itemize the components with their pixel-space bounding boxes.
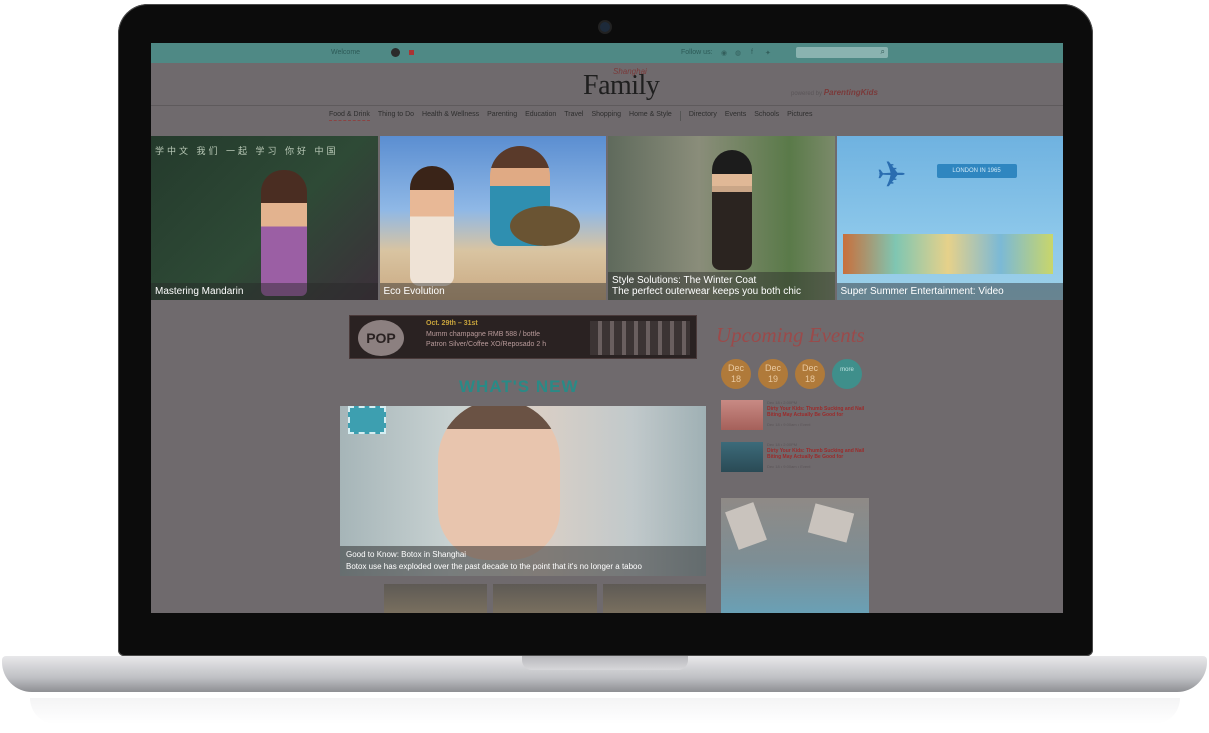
avatar[interactable] [391, 48, 400, 57]
woman-face-image [438, 406, 560, 560]
event-thumbnail [721, 400, 763, 430]
hero-eco-evolution[interactable]: Eco Evolution [379, 136, 606, 300]
hero-caption: Super Summer Entertainment: Video [836, 283, 1063, 300]
laptop-notch [522, 656, 688, 670]
featured-badge [348, 406, 386, 434]
date-day: 19 [767, 374, 778, 384]
nav-home-style[interactable]: Home & Style [629, 111, 672, 121]
nav-health-wellness[interactable]: Health & Wellness [422, 111, 479, 121]
event-item[interactable]: Dec 18 • 2:00PM Dirty Your Kids: Thumb S… [721, 398, 869, 436]
hero-caption: Mastering Mandarin [151, 283, 378, 300]
date-month: Dec [764, 363, 781, 373]
hero-subcaption: The perfect outerwear keeps you both chi… [612, 286, 801, 297]
hero-caption: Eco Evolution [379, 283, 606, 300]
nav-travel[interactable]: Travel [564, 111, 583, 121]
upcoming-events-heading: Upcoming Events [716, 323, 865, 347]
event-dates: Dec 18 Dec 19 Dec 18 more [721, 359, 862, 389]
kid-image [409, 166, 454, 286]
nav-events[interactable]: Events [725, 111, 746, 121]
laptop-mockup: Welcome Follow us: ◉ ◍ f ✦ ⌕ Shanghai Fa… [0, 0, 1209, 733]
nav-thing-to-do[interactable]: Thing to Do [378, 111, 414, 121]
welcome-text: Welcome [331, 49, 361, 56]
date-day: 18 [730, 374, 741, 384]
notification-icon[interactable] [409, 50, 414, 55]
nav-shopping[interactable]: Shopping [591, 111, 621, 121]
powered-by-label: powered by [791, 91, 823, 97]
follow-label: Follow us: [681, 49, 713, 56]
hero-summer-entertainment[interactable]: ✈ LONDON IN 1965 Super Summer Entertainm… [836, 136, 1063, 300]
girl-image [261, 170, 307, 296]
site-logo[interactable]: Family [583, 70, 660, 102]
pop-ad-banner[interactable]: POP Oct. 29th – 31st Mumm champagne RMB … [349, 315, 697, 359]
facebook-icon[interactable]: f [751, 49, 753, 56]
ad-line-3: Patron Silver/Coffee XO/Reposado 2 h [426, 341, 547, 348]
feature-title[interactable]: Good to Know: Botox in Shanghai [346, 549, 700, 561]
wechat-icon[interactable]: ◉ [721, 49, 727, 57]
more-events-button[interactable]: more [832, 359, 862, 389]
weibo-icon[interactable]: ◍ [735, 49, 741, 57]
date-day: 18 [804, 374, 815, 384]
nav-divider [151, 105, 1063, 106]
thumbnail[interactable] [602, 584, 706, 613]
event-list: Dec 18 • 2:00PM Dirty Your Kids: Thumb S… [721, 398, 869, 482]
nav-directory[interactable]: Directory [689, 111, 717, 121]
ad-artwork [590, 321, 690, 355]
event-foot: Dec 18 • 9:00am • Event [767, 422, 811, 427]
date-circle[interactable]: Dec 19 [758, 359, 788, 389]
date-circle[interactable]: Dec 18 [795, 359, 825, 389]
event-item[interactable]: Dec 18 • 2:00PM Dirty Your Kids: Thumb S… [721, 440, 869, 478]
ad-date: Oct. 29th – 31st [426, 320, 478, 327]
hero-caption: Style Solutions: The Winter Coat [612, 275, 757, 286]
event-thumbnail [721, 442, 763, 472]
event-title[interactable]: Dirty Your Kids: Thumb Sucking and Nail … [767, 448, 869, 460]
notebook-shape [807, 503, 855, 543]
parenting-brand[interactable]: ParentingKids [824, 88, 878, 97]
powered-by: powered by ParentingKids [791, 88, 878, 97]
main-nav: Food & Drink Thing to Do Health & Wellne… [329, 111, 812, 121]
feature-caption: Good to Know: Botox in Shanghai Botox us… [340, 546, 706, 576]
airplane-icon: ✈ [876, 154, 907, 195]
article-thumbnails [384, 584, 706, 613]
hero-strip: 学中文 我们 一起 学习 你好 中国 Mastering Mandarin Ec… [151, 136, 1063, 300]
search-input[interactable]: ⌕ [796, 47, 888, 58]
search-icon[interactable]: ⌕ [881, 47, 885, 57]
nav-education[interactable]: Education [525, 111, 556, 121]
hero-mastering-mandarin[interactable]: 学中文 我们 一起 学习 你好 中国 Mastering Mandarin [151, 136, 378, 300]
laptop-reflection [30, 698, 1180, 724]
date-month: Dec [801, 363, 818, 373]
sky-banner: LONDON IN 1965 [936, 164, 1017, 178]
nav-food-drink[interactable]: Food & Drink [329, 111, 370, 121]
webcam [600, 22, 610, 32]
top-bar: Welcome Follow us: ◉ ◍ f ✦ ⌕ [151, 43, 1063, 63]
sidebar-illustration[interactable] [721, 498, 869, 613]
event-meta: Dec 18 • 2:00PM [767, 442, 798, 447]
event-title[interactable]: Dirty Your Kids: Thumb Sucking and Nail … [767, 406, 869, 418]
event-meta: Dec 18 • 2:00PM [767, 400, 798, 405]
laptop-screen: Welcome Follow us: ◉ ◍ f ✦ ⌕ Shanghai Fa… [151, 43, 1063, 613]
whats-new-heading: WHAT'S NEW [459, 377, 579, 396]
thumbnail[interactable] [493, 584, 597, 613]
notebook-shape [725, 502, 767, 550]
nav-pictures[interactable]: Pictures [787, 111, 812, 121]
winter-coat-image [712, 150, 752, 270]
date-month: Dec [727, 363, 744, 373]
date-circle[interactable]: Dec 18 [721, 359, 751, 389]
nav-separator [679, 111, 681, 121]
thumbnail[interactable] [384, 584, 488, 613]
turtle-image [509, 206, 580, 246]
toys-image [842, 234, 1053, 274]
hero-style-solutions[interactable]: Style Solutions: The Winter Coat The per… [608, 136, 835, 300]
event-foot: Dec 18 • 9:00am • Event [767, 464, 811, 469]
featured-article[interactable]: Good to Know: Botox in Shanghai Botox us… [340, 406, 706, 576]
nav-parenting[interactable]: Parenting [487, 111, 517, 121]
pop-logo: POP [358, 320, 404, 356]
nav-schools[interactable]: Schools [754, 111, 779, 121]
ad-line-2: Mumm champagne RMB 588 / bottle [426, 331, 540, 338]
twitter-icon[interactable]: ✦ [765, 49, 771, 57]
feature-desc: Botox use has exploded over the past dec… [346, 562, 642, 571]
hero-caption-block: Style Solutions: The Winter Coat The per… [608, 272, 835, 300]
chalkboard-text: 学中文 我们 一起 学习 你好 中国 [155, 146, 339, 156]
